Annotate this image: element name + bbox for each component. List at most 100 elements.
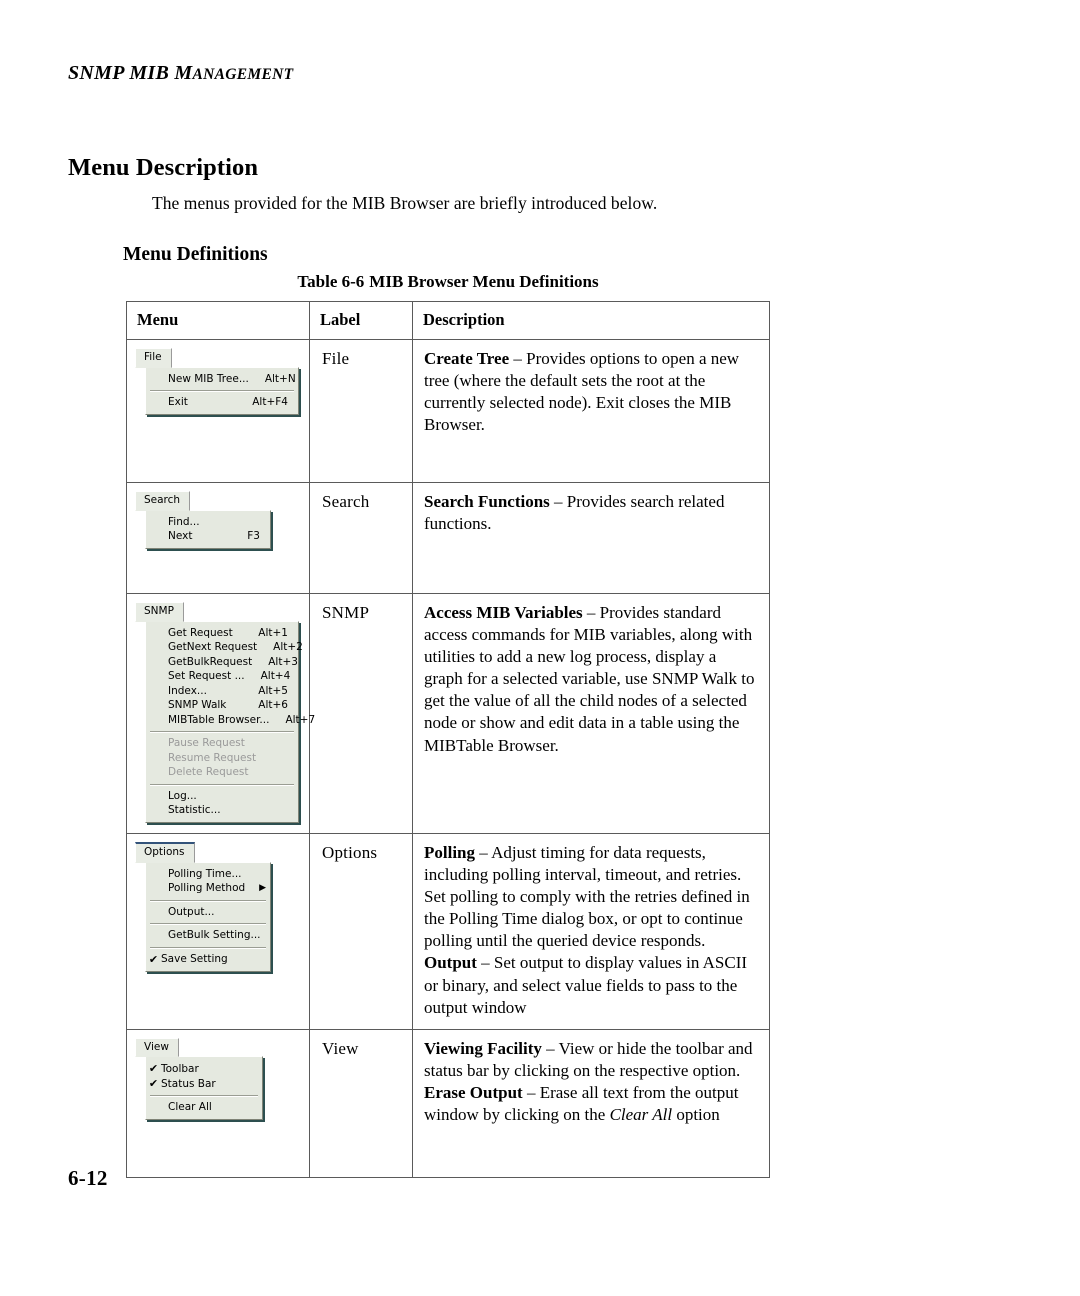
menu-separator bbox=[150, 731, 294, 733]
table-row: Options Polling Time... Polling Method ▶ Out… bbox=[126, 833, 770, 1030]
menu-item[interactable]: Clear All bbox=[146, 1100, 262, 1115]
submenu-arrow-icon: ▶ bbox=[259, 882, 267, 893]
menu-item-label: Delete Request bbox=[168, 766, 249, 778]
menu-screenshot-cell-view: View ✔ Toolbar ✔ Status Bar Clear All bbox=[126, 1028, 310, 1178]
description-paragraph: Create Tree – Provides options to open a… bbox=[424, 349, 740, 435]
menu-item[interactable]: GetNext Request Alt+2 bbox=[146, 640, 303, 655]
column-header-description: Description bbox=[412, 301, 770, 340]
menu-item-shortcut: F3 bbox=[247, 530, 260, 542]
menu-item-label: Polling Method bbox=[168, 882, 246, 894]
page-number: 6-12 bbox=[68, 1166, 108, 1190]
menu-item-shortcut: Alt+7 bbox=[285, 713, 316, 726]
table-row: Search Find... Next F3 Search Search Function… bbox=[126, 482, 770, 594]
menu-item[interactable]: Get Request Alt+1 bbox=[146, 626, 298, 641]
description-term: Create Tree bbox=[424, 349, 510, 368]
menu-item-label: Pause Request bbox=[168, 737, 245, 749]
description-paragraph: Erase Output – Erase all text from the o… bbox=[424, 1082, 739, 1125]
running-head-main: SNMP MIB M bbox=[68, 62, 193, 84]
menu-definitions-table: Menu Label Description File New MIB Tree.… bbox=[126, 301, 770, 1178]
checkmark-icon: ✔ bbox=[148, 1077, 159, 1091]
menu-item-label: Save Setting bbox=[161, 952, 228, 965]
menu-item-shortcut: Alt+F4 bbox=[252, 396, 288, 408]
menu-item-label: Exit bbox=[168, 396, 188, 408]
menu-screenshot-cell-snmp: SNMP Get Request Alt+1 GetNext Request Alt+2… bbox=[126, 593, 315, 834]
menu-item-shortcut: Alt+4 bbox=[260, 670, 291, 682]
menu-item-label: Toolbar bbox=[161, 1062, 199, 1075]
menu-item-label: SNMP Walk bbox=[168, 699, 227, 711]
description-term: Erase Output bbox=[424, 1082, 523, 1102]
dropdown-panel-options: Polling Time... Polling Method ▶ Output... G… bbox=[145, 861, 271, 972]
menu-item[interactable]: Polling Method ▶ bbox=[146, 881, 270, 896]
description-paragraph: Search Functions – Provides search relat… bbox=[424, 492, 725, 534]
menu-item-label: Next bbox=[168, 530, 193, 542]
menu-item-label: Statistic... bbox=[168, 804, 221, 816]
menu-item-label: Output... bbox=[168, 905, 215, 918]
menu-item[interactable]: Statistic... bbox=[146, 803, 298, 818]
menu-item[interactable]: ✔ Save Setting bbox=[146, 952, 270, 967]
menu-item[interactable]: Find... bbox=[146, 515, 270, 530]
menu-item: Delete Request bbox=[146, 765, 298, 780]
menu-label-cell: View bbox=[309, 1028, 413, 1178]
menu-item[interactable]: GetBulk Setting... bbox=[146, 928, 270, 943]
menu-item-shortcut: Alt+6 bbox=[258, 699, 288, 711]
menu-separator bbox=[150, 1095, 258, 1098]
menu-item: Pause Request bbox=[146, 736, 298, 751]
dropdown-panel-file: New MIB Tree... Alt+N Exit Alt+F4 bbox=[145, 366, 299, 415]
menu-description-cell: Create Tree – Provides options to open a… bbox=[412, 339, 770, 483]
menubar-tab-view[interactable]: View bbox=[135, 1037, 179, 1058]
description-term: Viewing Facility bbox=[424, 1038, 542, 1058]
menu-separator bbox=[150, 899, 266, 902]
menubar-tab-snmp[interactable]: SNMP bbox=[135, 602, 184, 622]
menubar-tab-search[interactable]: Search bbox=[135, 491, 191, 511]
menu-item[interactable]: Index... Alt+5 bbox=[146, 684, 298, 699]
checkmark-icon: ✔ bbox=[148, 1062, 159, 1076]
menu-item[interactable]: MIBTable Browser... Alt+7 bbox=[146, 713, 315, 728]
menu-label-cell: Options bbox=[309, 833, 413, 1030]
running-head: SNMP MIB MANAGEMENT bbox=[68, 62, 293, 85]
menu-item-label: Polling Time... bbox=[168, 867, 242, 880]
menu-screenshot-cell-options: Options Polling Time... Polling Method ▶ Out… bbox=[126, 833, 310, 1030]
table-caption: Table 6-6 MIB Browser Menu Definitions bbox=[126, 272, 770, 292]
menu-item-label: Status Bar bbox=[161, 1077, 216, 1090]
description-paragraph: Polling – Adjust timing for data request… bbox=[424, 843, 750, 951]
menu-item[interactable]: Polling Time... bbox=[146, 867, 270, 882]
menu-item[interactable]: ✔ Toolbar bbox=[146, 1061, 262, 1076]
menubar-tab-file[interactable]: File bbox=[135, 348, 172, 368]
menu-item[interactable]: Log... bbox=[146, 789, 298, 804]
menu-item-shortcut: Alt+3 bbox=[268, 655, 298, 668]
menu-label-cell: File bbox=[309, 339, 413, 483]
menu-item[interactable]: ✔ Status Bar bbox=[146, 1076, 262, 1091]
menu-item[interactable]: Set Request ... Alt+4 bbox=[146, 669, 298, 684]
table-caption-text: MIB Browser Menu Definitions bbox=[369, 272, 599, 291]
checkmark-icon: ✔ bbox=[148, 952, 159, 966]
menu-description-cell: Polling – Adjust timing for data request… bbox=[412, 833, 770, 1030]
menu-item-label: MIBTable Browser... bbox=[168, 713, 270, 726]
menu-item-label: GetBulkRequest bbox=[168, 655, 253, 668]
description-emphasis: Clear All bbox=[609, 1105, 673, 1125]
description-term: Output bbox=[424, 953, 477, 973]
dropdown-panel-search: Find... Next F3 bbox=[145, 509, 271, 549]
menu-screenshot-cell-search: Search Find... Next F3 bbox=[126, 482, 310, 594]
menu-screenshot-cell-file: File New MIB Tree... Alt+N Exit Alt+F4 bbox=[126, 339, 310, 483]
menu-widget-snmp: SNMP Get Request Alt+1 GetNext Request Alt+2… bbox=[135, 602, 315, 823]
menu-widget-file: File New MIB Tree... Alt+N Exit Alt+F4 bbox=[135, 348, 303, 415]
column-header-label: Label bbox=[309, 301, 413, 340]
menu-item: Resume Request bbox=[146, 751, 298, 766]
table-caption-number: Table 6-6 bbox=[297, 272, 365, 291]
description-term: Search Functions bbox=[424, 492, 550, 511]
menu-item-label: New MIB Tree... bbox=[168, 372, 249, 385]
menu-separator bbox=[150, 946, 266, 949]
running-head-smallcaps: ANAGEMENT bbox=[192, 66, 294, 83]
menu-item[interactable]: Exit Alt+F4 bbox=[146, 395, 298, 410]
menu-item[interactable]: GetBulkRequest Alt+3 bbox=[146, 655, 298, 670]
subsection-title: Menu Definitions bbox=[123, 244, 268, 266]
description-paragraph: Access MIB Variables – Provides standard… bbox=[424, 603, 755, 755]
menu-item[interactable]: SNMP Walk Alt+6 bbox=[146, 698, 298, 713]
menubar-tab-options[interactable]: Options bbox=[135, 842, 195, 863]
menu-item[interactable]: Output... bbox=[146, 905, 270, 920]
menu-item-label: Find... bbox=[168, 515, 200, 528]
description-paragraph: Viewing Facility – View or hide the tool… bbox=[424, 1038, 753, 1080]
menu-item-shortcut: Alt+5 bbox=[258, 684, 288, 697]
menu-item[interactable]: New MIB Tree... Alt+N bbox=[146, 372, 298, 387]
menu-item[interactable]: Next F3 bbox=[146, 529, 270, 544]
